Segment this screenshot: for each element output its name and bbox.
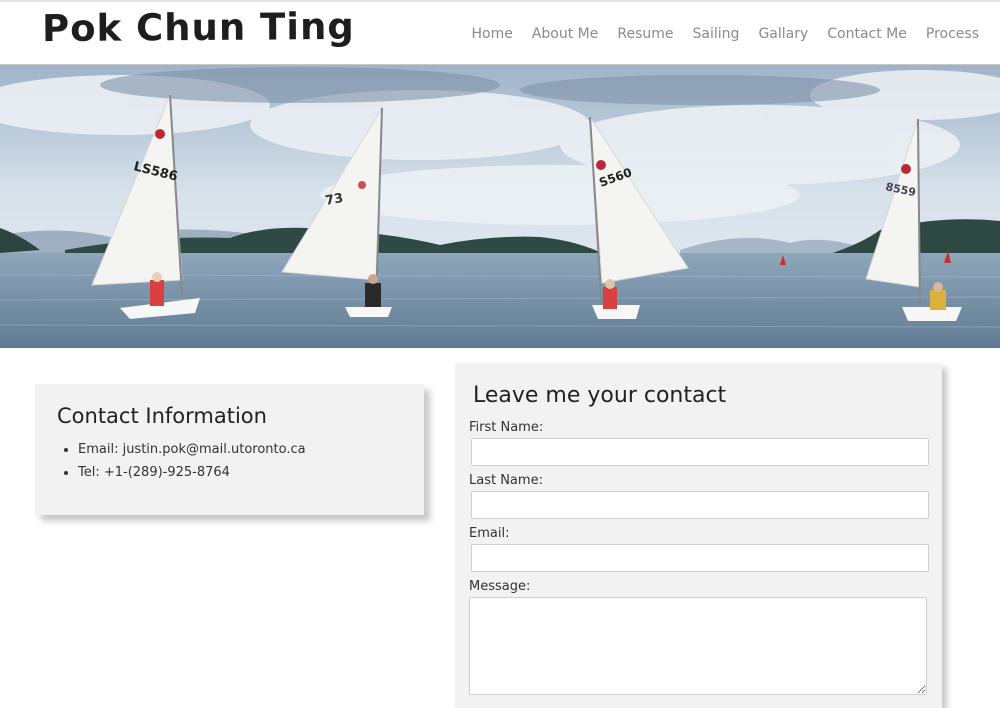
hero-banner-image: LS586 73 S560 8559 (0, 65, 1000, 348)
email-input[interactable] (471, 544, 929, 572)
last-name-input[interactable] (471, 491, 929, 519)
contact-form-heading: Leave me your contact (473, 383, 727, 408)
email-label: Email: (469, 526, 510, 541)
nav-about-me[interactable]: About Me (532, 26, 599, 42)
site-header: Pok Chun Ting Home About Me Resume Saili… (0, 0, 1000, 65)
first-name-label: First Name: (469, 420, 544, 435)
message-textarea[interactable] (469, 597, 927, 695)
site-title[interactable]: Pok Chun Ting (42, 5, 355, 50)
message-label: Message: (469, 579, 531, 594)
nav-resume[interactable]: Resume (617, 26, 673, 42)
sail-number-2: 73 (324, 191, 344, 209)
first-name-input[interactable] (471, 438, 929, 466)
nav-contact-me[interactable]: Contact Me (827, 26, 907, 42)
contact-information-card: Contact Information Email: justin.pok@ma… (35, 384, 424, 515)
contact-tel: Tel: +1-(289)-925-8764 (78, 461, 402, 484)
contact-information-heading: Contact Information (57, 404, 267, 428)
last-name-label: Last Name: (469, 473, 543, 488)
nav-gallary[interactable]: Gallary (758, 26, 808, 42)
contact-details-list: Email: justin.pok@mail.utoronto.ca Tel: … (57, 438, 402, 484)
sailing-photo: LS586 73 S560 8559 (0, 65, 1000, 348)
contact-form-card: Leave me your contact First Name: Last N… (455, 363, 942, 708)
nav-process[interactable]: Process (926, 26, 979, 42)
nav-home[interactable]: Home (472, 26, 513, 42)
contact-email: Email: justin.pok@mail.utoronto.ca (78, 438, 402, 461)
main-nav: Home About Me Resume Sailing Gallary Con… (453, 26, 980, 42)
nav-sailing[interactable]: Sailing (693, 26, 740, 42)
